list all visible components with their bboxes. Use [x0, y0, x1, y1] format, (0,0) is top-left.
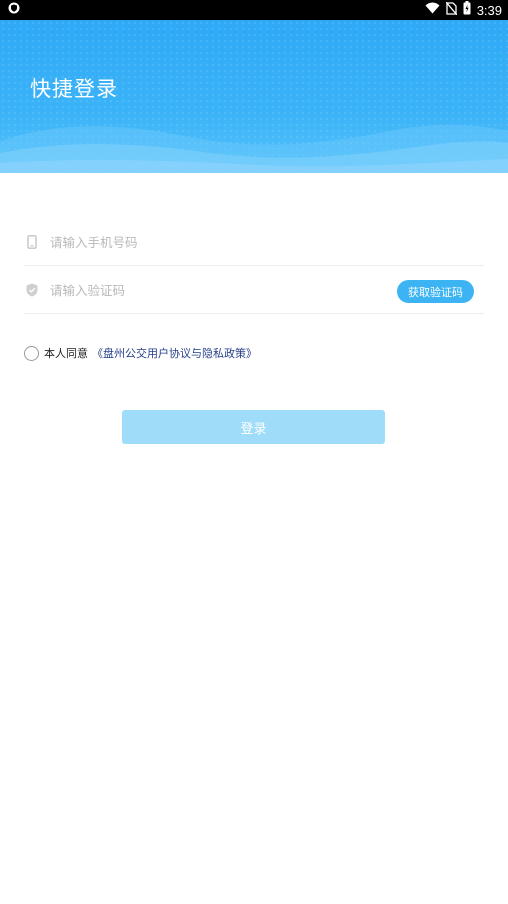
- phone-field-row: [24, 219, 484, 266]
- phone-icon: [25, 234, 39, 250]
- status-time: 3:39: [476, 2, 502, 18]
- shield-notification-icon: [8, 2, 20, 18]
- wifi-icon: [425, 2, 440, 18]
- page-title: 快捷登录: [30, 77, 118, 101]
- agreement-prefix: 本人同意: [44, 347, 88, 360]
- agreement-link[interactable]: 《盘州公交用户协议与隐私政策》: [92, 345, 257, 361]
- phone-input[interactable]: [50, 227, 484, 257]
- get-code-button[interactable]: 获取验证码: [397, 280, 474, 303]
- header-banner: 快捷登录: [0, 20, 508, 173]
- battery-charging-icon: [463, 1, 471, 19]
- login-form: 获取验证码: [24, 219, 484, 314]
- agreement-row: 本人同意 《盘州公交用户协议与隐私政策》: [24, 345, 257, 361]
- agreement-checkbox[interactable]: [24, 345, 39, 361]
- shield-icon: [25, 282, 39, 298]
- no-sim-icon: [445, 1, 458, 19]
- banner-waves: [0, 124, 508, 173]
- status-bar: 3:39: [0, 0, 508, 20]
- login-button[interactable]: 登录: [122, 410, 385, 444]
- code-field-row: 获取验证码: [24, 267, 484, 314]
